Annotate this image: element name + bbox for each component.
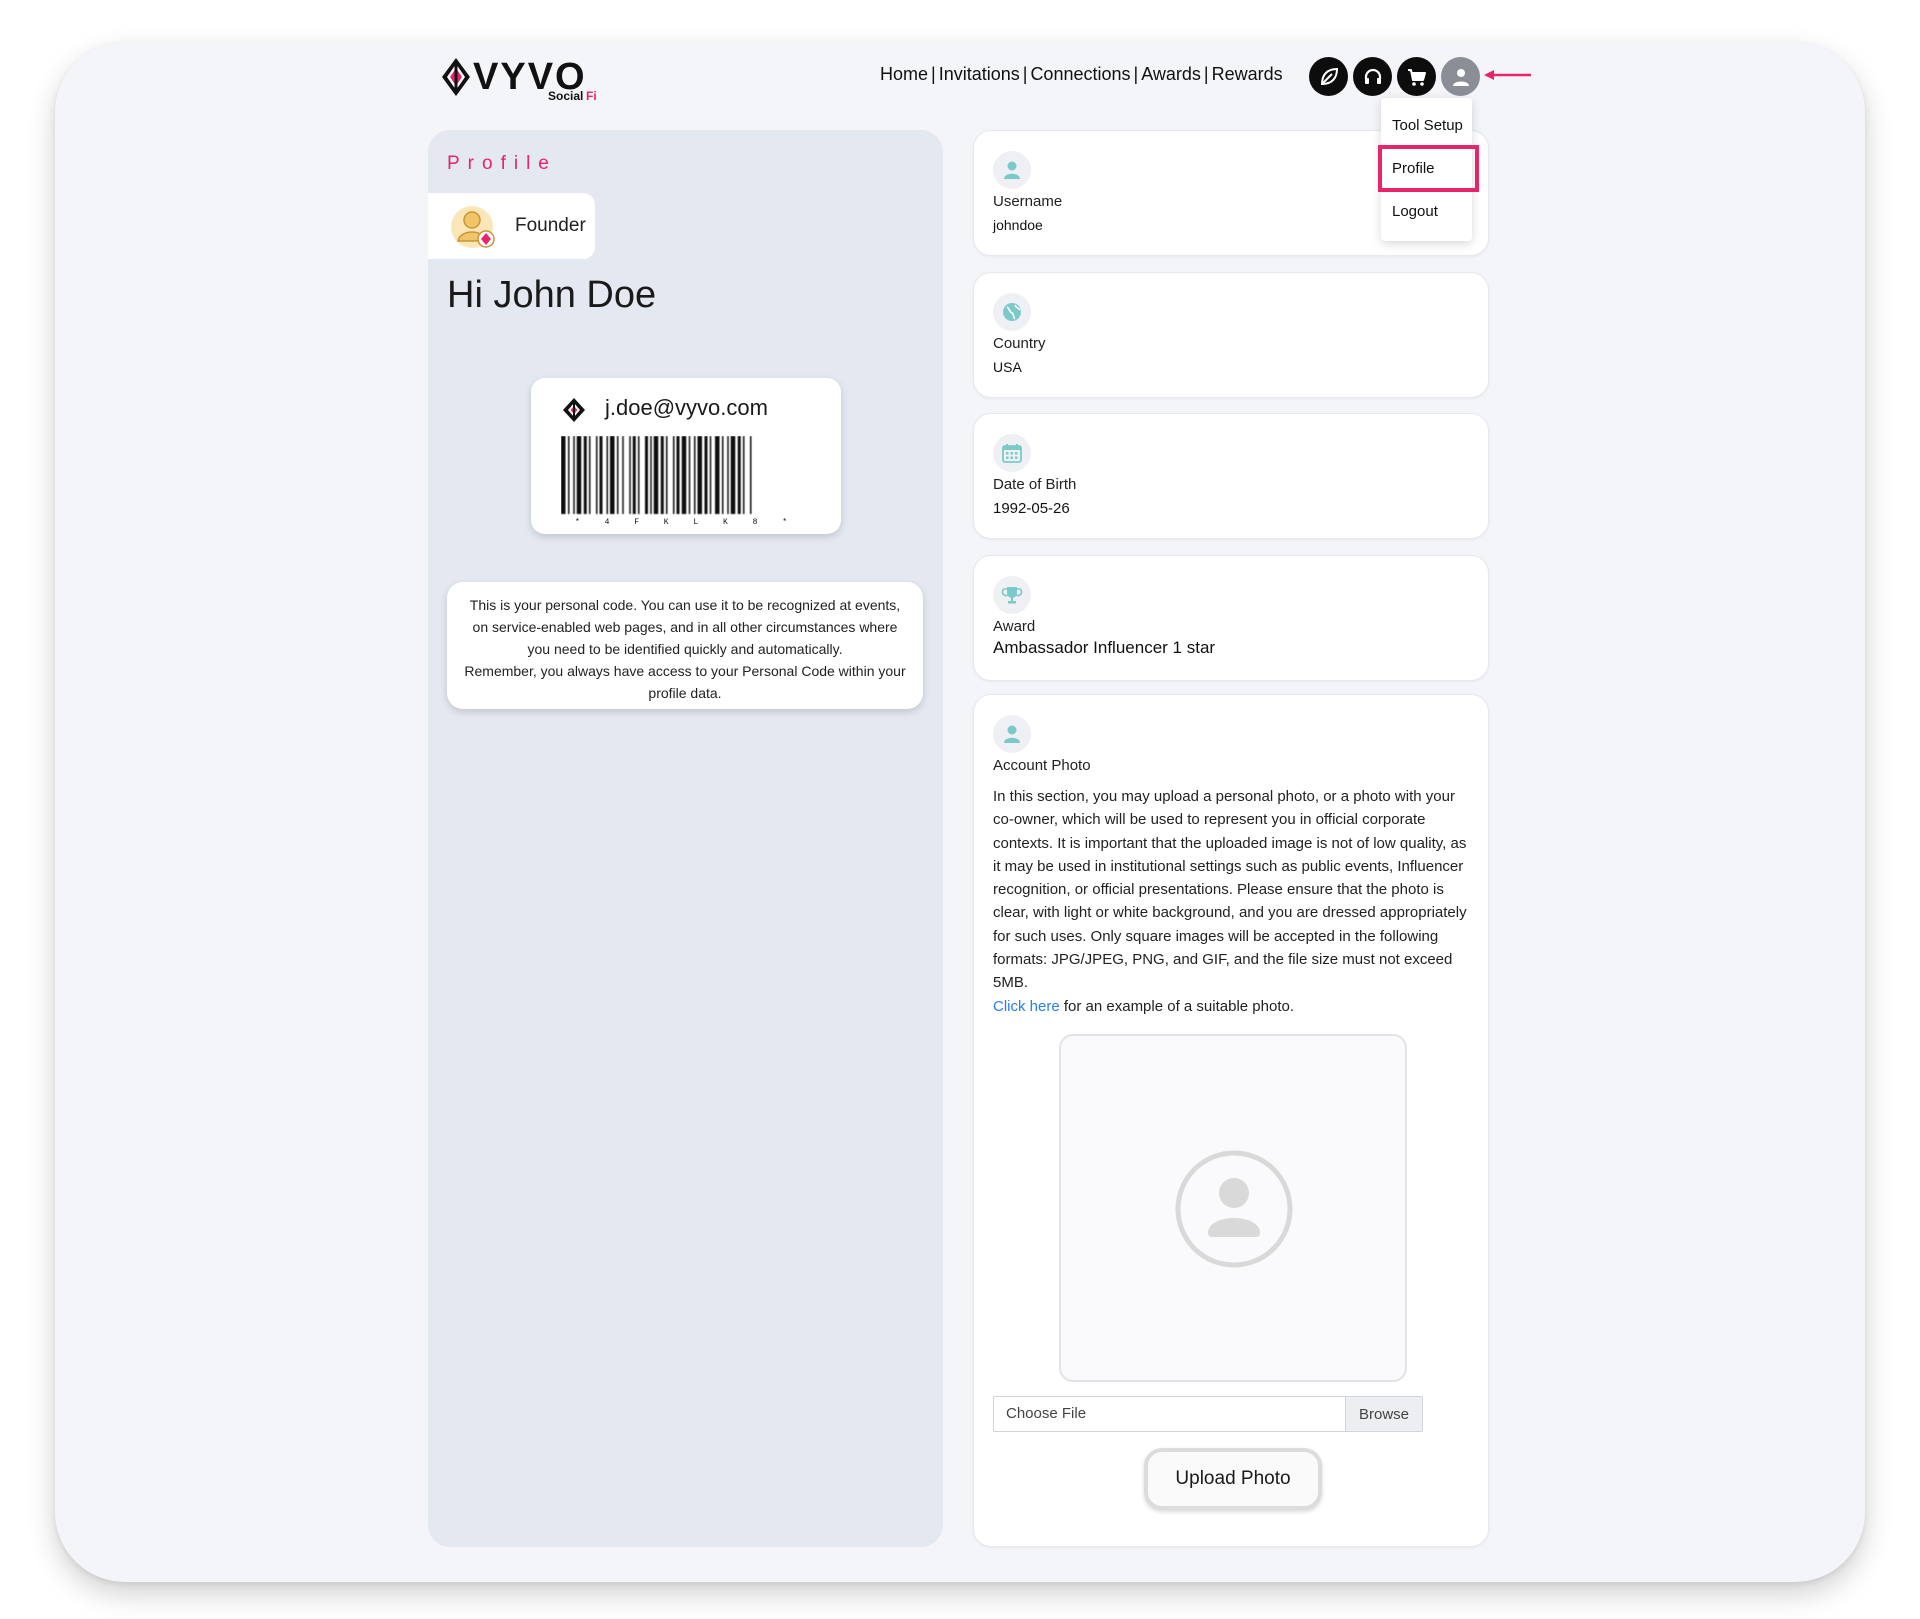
profile-panel [428,130,943,1547]
user-icon [993,715,1031,753]
leaf-icon[interactable] [1309,57,1348,96]
dob-card: Date of Birth 1992-05-26 [973,413,1489,539]
user-icon[interactable] [1441,57,1480,96]
vyvo-logo[interactable]: VYVO Social Fi [440,52,610,102]
barcode-text: * 4 F K L K 8 * [575,518,797,526]
avatar-placeholder-icon [1174,1149,1294,1274]
trophy-icon [993,576,1031,614]
founder-avatar-icon [450,203,498,256]
award-card: Award Ambassador Influencer 1 star [973,555,1489,681]
file-input-placeholder: Choose File [1006,1405,1087,1422]
account-photo-label: Account Photo [993,757,1091,774]
info-text-1: This is your personal code. You can use … [469,597,901,657]
account-photo-description: In this section, you may upload a person… [993,785,1475,1018]
nav-awards[interactable]: Awards [1141,64,1201,84]
info-text-2: Remember, you always have access to your… [464,663,906,701]
browse-button[interactable]: Browse [1345,1397,1422,1431]
personal-code-info: This is your personal code. You can use … [447,582,923,709]
country-label: Country [993,335,1046,352]
headset-icon[interactable] [1353,57,1392,96]
svg-text:Fi: Fi [586,89,597,102]
file-input[interactable]: Choose File Browse [993,1396,1423,1432]
country-value: USA [993,359,1022,375]
nav-connections[interactable]: Connections [1030,64,1130,84]
photo-description-text: In this section, you may upload a person… [993,788,1467,992]
profile-highlight-box [1378,145,1479,192]
vyvo-mark-icon [561,397,587,428]
personal-barcode: * 4 F K L K 8 * [561,436,811,531]
calendar-icon [993,434,1031,472]
role-label: Founder [515,215,586,236]
award-label: Award [993,618,1036,635]
photo-preview[interactable] [1059,1034,1407,1382]
svg-text:Social: Social [548,89,583,102]
nav-invitations[interactable]: Invitations [939,64,1020,84]
upload-photo-button[interactable]: Upload Photo [1144,1448,1322,1510]
globe-icon [993,293,1031,331]
nav-home[interactable]: Home [880,64,928,84]
country-card: Country USA [973,272,1489,398]
pointer-arrow-icon [1484,68,1532,87]
dob-value: 1992-05-26 [993,500,1070,517]
main-nav: Home | Invitations | Connections | Awards | Rewa… [880,64,1283,84]
dob-label: Date of Birth [993,476,1077,493]
example-photo-link[interactable]: Click here [993,998,1060,1015]
user-icon [993,151,1031,189]
example-photo-suffix: for an example of a suitable photo. [1059,997,1295,1015]
menu-item-logout[interactable]: Logout [1392,203,1438,220]
nav-rewards[interactable]: Rewards [1212,64,1283,84]
role-badge: Founder [428,193,595,259]
cart-icon[interactable] [1397,57,1436,96]
code-email: j.doe@vyvo.com [605,395,768,420]
username-value: johndoe [993,217,1043,233]
menu-item-tool-setup[interactable]: Tool Setup [1392,117,1463,134]
award-value: Ambassador Influencer 1 star [993,638,1216,657]
username-label: Username [993,193,1063,210]
window-frame [55,42,1865,1582]
personal-code-card: j.doe@vyvo.com * 4 F K L K 8 * [531,378,841,534]
greeting-title: Hi John Doe [447,274,657,316]
header-icons [1309,57,1480,96]
profile-heading: Profile [447,153,557,174]
account-photo-card: Account Photo In this section, you may u… [973,694,1489,1547]
